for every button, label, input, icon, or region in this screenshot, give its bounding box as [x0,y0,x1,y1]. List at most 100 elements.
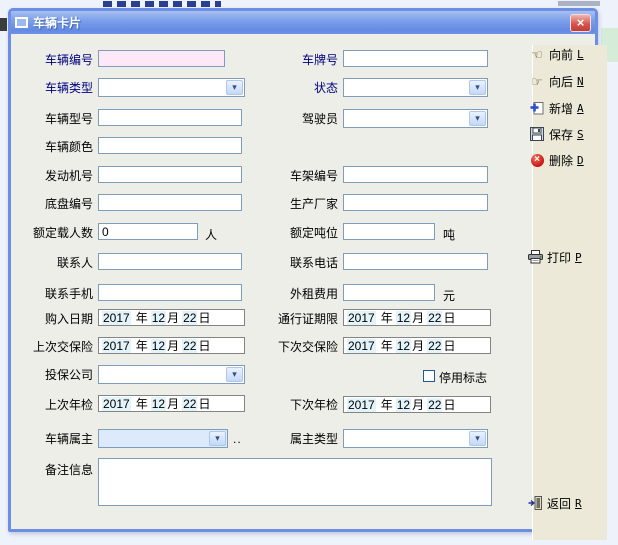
last-insurance-year[interactable]: 2017 [102,339,131,353]
purchase-date-field[interactable]: 2017年12月22日 [98,309,245,326]
vehicle-model-input[interactable] [98,109,242,126]
year-unit: 年 [136,337,148,354]
chevron-down-icon: ▾ [475,114,480,123]
print-shortcut: P [575,251,582,264]
dialog-title: 车辆卡片 [33,14,81,31]
previous-button-label: 向前 [549,46,573,63]
next-inspection-day[interactable]: 22 [427,398,442,412]
last-inspection-date-field[interactable]: 2017年12月22日 [98,395,245,412]
rental-fee-unit: 元 [443,287,455,304]
next-button-label: 向后 [549,73,573,90]
owner-browse-dots[interactable]: .. [233,432,242,446]
vehicle-no-input[interactable] [98,50,225,67]
rental-fee-input[interactable] [343,284,435,301]
remarks-textarea[interactable] [98,458,492,506]
next-insurance-year[interactable]: 2017 [347,339,376,353]
vehicle-model-label: 车辆型号 [18,112,93,126]
insurer-dropdown-button[interactable]: ▾ [226,367,243,382]
status-dropdown-button[interactable]: ▾ [469,80,486,95]
next-inspection-month[interactable]: 12 [396,398,411,412]
permit-deadline-day[interactable]: 22 [427,311,442,325]
purchase-date-year[interactable]: 2017 [102,311,131,325]
background-window-text-fragment [103,1,221,7]
frame-no-input[interactable] [343,166,488,183]
owner-combobox[interactable]: ▾ [98,429,228,448]
title-bar[interactable]: 车辆卡片 × [11,11,595,34]
last-inspection-month[interactable]: 12 [151,397,166,411]
driver-combobox[interactable]: ▾ [343,109,488,128]
next-insurance-month[interactable]: 12 [396,339,411,353]
manufacturer-input[interactable] [343,194,488,211]
delete-button[interactable]: × 删除 D [529,152,584,168]
print-button[interactable]: 打印 P [527,249,582,265]
last-insurance-label: 上次交保险 [8,340,93,354]
close-button[interactable]: × [570,14,591,32]
contact-phone-input[interactable] [343,253,488,270]
chevron-down-icon: ▾ [232,83,237,92]
delete-circle-icon: × [529,153,545,168]
vehicle-type-dropdown-button[interactable]: ▾ [226,80,243,95]
driver-dropdown-button[interactable]: ▾ [469,111,486,126]
permit-deadline-year[interactable]: 2017 [347,311,376,325]
status-label: 状态 [258,81,338,95]
day-unit: 日 [198,337,210,354]
owner-dropdown-button[interactable]: ▾ [209,431,226,446]
rated-tonnage-label: 额定吨位 [258,226,338,240]
next-insurance-date-field[interactable]: 2017年12月22日 [343,337,491,354]
manufacturer-label: 生产厂家 [258,197,338,211]
permit-deadline-month[interactable]: 12 [396,311,411,325]
engine-no-input[interactable] [98,166,242,183]
contact-mobile-input[interactable] [98,284,242,301]
save-button[interactable]: 保存 S [529,126,584,142]
month-unit: 月 [412,337,424,354]
rated-tonnage-input[interactable] [343,223,435,240]
delete-shortcut: D [577,154,584,167]
rated-passengers-unit: 人 [205,226,217,243]
hand-right-icon: ☞ [529,74,545,89]
status-combobox[interactable]: ▾ [343,78,488,97]
next-insurance-day[interactable]: 22 [427,339,442,353]
disabled-flag-checkbox[interactable] [423,370,435,382]
back-button-label: 返回 [547,495,571,512]
next-button[interactable]: ☞ 向后 N [529,73,584,89]
chevron-down-icon: ▾ [475,83,480,92]
printer-icon [527,250,543,265]
next-inspection-year[interactable]: 2017 [347,398,376,412]
rated-passengers-input[interactable] [98,223,198,240]
month-unit: 月 [412,396,424,413]
contact-person-input[interactable] [98,253,242,270]
chassis-no-input[interactable] [98,194,242,211]
next-inspection-date-field[interactable]: 2017年12月22日 [343,396,491,413]
permit-deadline-label: 通行证期限 [250,312,338,326]
owner-type-label: 属主类型 [258,432,338,446]
vehicle-type-combobox[interactable]: ▾ [98,78,245,97]
rated-passengers-label: 额定载人数 [8,226,93,240]
plate-no-input[interactable] [343,50,488,67]
delete-x-glyph: × [531,154,544,167]
last-insurance-day[interactable]: 22 [182,339,197,353]
insurer-combobox[interactable]: ▾ [98,365,245,384]
purchase-date-month[interactable]: 12 [151,311,166,325]
toolbar-panel [532,45,607,540]
owner-type-dropdown-button[interactable]: ▾ [469,431,486,446]
vehicle-no-label: 车辆编号 [18,53,93,67]
add-button[interactable]: 新增 A [529,100,584,116]
back-button[interactable]: 返回 R [527,495,582,511]
delete-button-label: 删除 [549,152,573,169]
last-insurance-date-field[interactable]: 2017年12月22日 [98,337,245,354]
last-inspection-day[interactable]: 22 [182,397,197,411]
year-unit: 年 [381,396,393,413]
previous-button[interactable]: ☜ 向前 L [529,46,584,62]
last-inspection-year[interactable]: 2017 [102,397,131,411]
permit-deadline-date-field[interactable]: 2017年12月22日 [343,309,491,326]
rated-tonnage-unit: 吨 [443,226,455,243]
last-insurance-month[interactable]: 12 [151,339,166,353]
owner-type-combobox[interactable]: ▾ [343,429,488,448]
next-insurance-label: 下次交保险 [250,340,338,354]
day-unit: 日 [443,309,455,326]
purchase-date-day[interactable]: 22 [182,311,197,325]
vehicle-color-input[interactable] [98,137,242,154]
driver-label: 驾驶员 [258,112,338,126]
save-floppy-icon [529,127,545,142]
contact-mobile-label: 联系手机 [18,287,93,301]
